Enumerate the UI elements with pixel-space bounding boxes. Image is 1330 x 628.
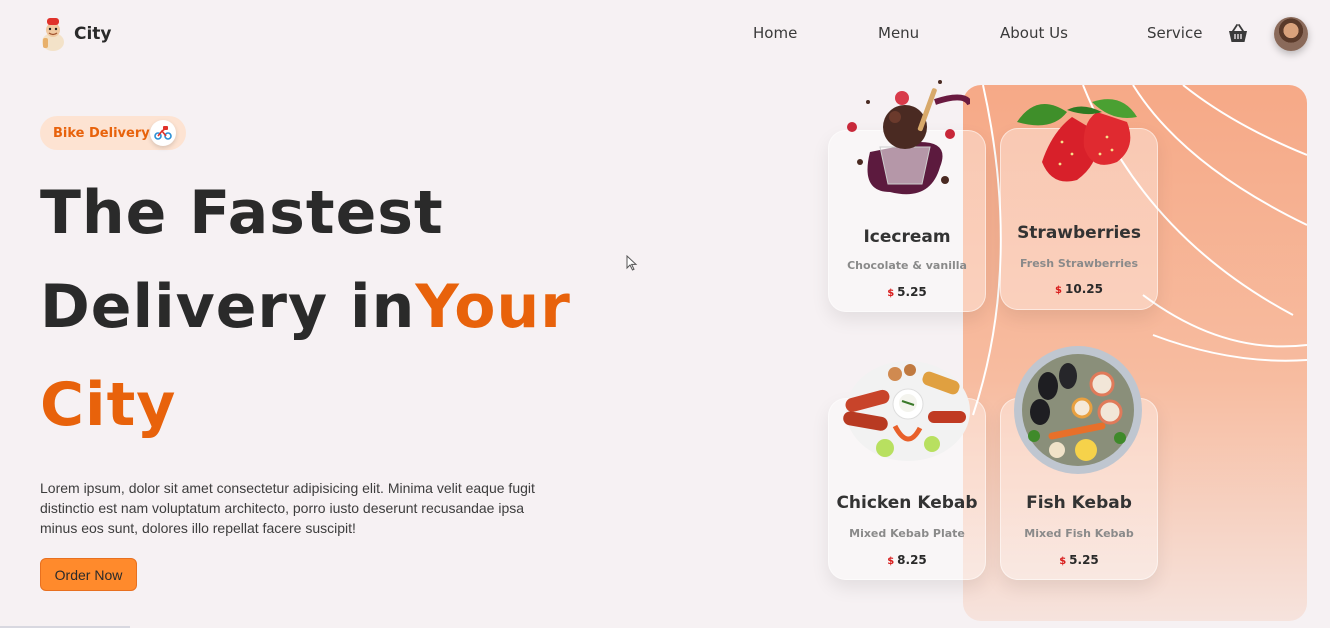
card-title: Strawberries <box>1017 223 1141 243</box>
nav-menu[interactable]: Menu <box>878 24 919 42</box>
currency: $ <box>1055 285 1062 296</box>
chef-logo-icon <box>42 18 64 51</box>
brand-name: City <box>74 24 112 44</box>
delivery-bike-icon <box>150 120 176 146</box>
card-title: Fish Kebab <box>1026 493 1132 513</box>
nav-service[interactable]: Service <box>1147 24 1202 42</box>
card-price: $10.25 <box>1001 282 1157 296</box>
price-value: 5.25 <box>897 285 927 299</box>
card-subtitle: Mixed Kebab Plate <box>849 527 965 540</box>
nav-home[interactable]: Home <box>753 24 797 42</box>
card-title: Chicken Kebab <box>836 493 978 513</box>
currency: $ <box>887 556 895 567</box>
brand-logo[interactable]: City <box>38 16 112 52</box>
card-price: $8.25 <box>829 553 985 567</box>
headline-accent-city: City <box>40 370 177 440</box>
card-subtitle: Chocolate & vanilla <box>847 259 967 272</box>
card-subtitle: Fresh Strawberries <box>1019 257 1139 270</box>
mouse-cursor-icon <box>626 255 638 271</box>
headline-text-1: The Fastest <box>40 178 444 248</box>
card-price: $5.25 <box>1001 553 1157 567</box>
bike-delivery-badge: Bike Delivery <box>40 116 186 150</box>
hero-description: Lorem ipsum, dolor sit amet consectetur … <box>40 480 535 536</box>
headline-line-2: Delivery inYour <box>40 272 571 342</box>
currency: $ <box>1059 556 1067 567</box>
card-subtitle: Mixed Fish Kebab <box>1024 527 1134 540</box>
headline-line-3: City <box>40 370 176 440</box>
card-title: Icecream <box>863 227 951 247</box>
price-value: 10.25 <box>1065 282 1103 296</box>
user-avatar[interactable] <box>1274 17 1308 51</box>
headline-text-2: Delivery in <box>40 272 416 342</box>
headline-accent-your: Your <box>415 272 571 342</box>
chicken-kebab-image <box>843 361 970 461</box>
fish-kebab-image <box>1014 346 1142 474</box>
basket-icon[interactable] <box>1227 24 1249 44</box>
nav-about-us[interactable]: About Us <box>1000 24 1068 42</box>
currency: $ <box>887 288 895 299</box>
order-now-button[interactable]: Order Now <box>40 558 137 591</box>
price-value: 8.25 <box>897 553 927 567</box>
price-value: 5.25 <box>1069 553 1099 567</box>
headline-line-1: The Fastest <box>40 178 444 248</box>
strawberries-image <box>1017 99 1137 182</box>
badge-label: Bike Delivery <box>53 125 150 141</box>
top-navbar: City Home Menu About Us Service <box>0 0 1330 70</box>
icecream-image <box>847 80 970 195</box>
card-price: $5.25 <box>829 285 985 299</box>
